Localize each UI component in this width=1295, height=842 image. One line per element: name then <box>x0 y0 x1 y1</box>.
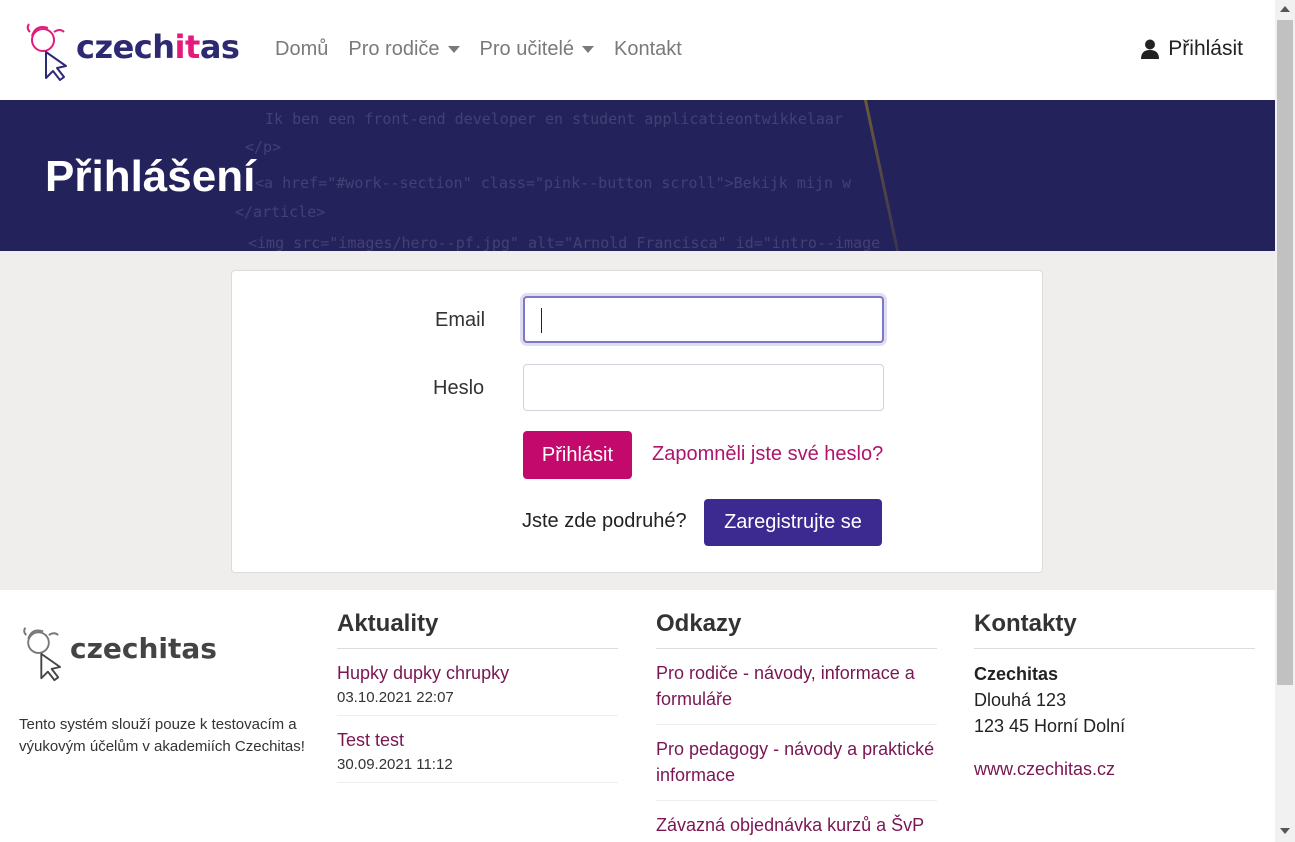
news-item: Hupky dupky chrupky 03.10.2021 22:07 <box>337 649 618 716</box>
nav-item-parents[interactable]: Pro rodiče <box>348 38 460 61</box>
page-title: Přihlášení <box>45 152 256 201</box>
hero-decoration <box>863 100 900 251</box>
second-visit-text: Jste zde podruhé? <box>522 510 687 532</box>
footer-link-teachers[interactable]: Pro pedagogy - návody a praktické inform… <box>656 725 937 801</box>
footer-contacts-column: Kontakty Czechitas Dlouhá 123 123 45 Hor… <box>974 610 1255 780</box>
news-date: 30.09.2021 11:12 <box>337 756 453 773</box>
czechitas-logo[interactable]: czechitas <box>26 18 241 82</box>
contacts-heading: Kontakty <box>974 610 1255 649</box>
caret-down-icon <box>582 46 595 53</box>
password-input[interactable] <box>523 364 884 411</box>
news-date: 03.10.2021 22:07 <box>337 689 454 706</box>
contact-name: Czechitas <box>974 664 1059 684</box>
user-icon <box>1141 39 1160 59</box>
nav-login-link[interactable]: Přihlásit <box>1141 37 1243 61</box>
code-background-line: </article> <box>235 203 326 221</box>
footer-link-order[interactable]: Závazná objednávka kurzů a ŠvP <box>656 801 937 842</box>
news-heading: Aktuality <box>337 610 618 649</box>
page-scrollbar[interactable] <box>1275 0 1295 842</box>
scroll-down-arrow-icon[interactable] <box>1280 828 1290 834</box>
main-nav: Domů Pro rodiče Pro učitelé Kontakt <box>275 38 702 61</box>
news-title-link[interactable]: Hupky dupky chrupky <box>337 661 618 685</box>
hero-overlay <box>900 100 1275 251</box>
forgot-password-link[interactable]: Zapomněli jste své heslo? <box>652 443 883 466</box>
page-header-banner: Ik ben een front-end developer en studen… <box>0 100 1275 251</box>
logo-girl-cursor-icon <box>26 23 67 81</box>
password-label: Heslo <box>433 377 485 399</box>
contact-street: Dlouhá 123 <box>974 690 1067 710</box>
contact-city: 123 45 Horní Dolní <box>974 716 1126 736</box>
footer-logo-text: czechitas <box>70 632 217 665</box>
footer-news-column: Aktuality Hupky dupky chrupky 03.10.2021… <box>337 610 618 783</box>
caret-down-icon <box>447 46 460 53</box>
footer-description: Tento systém slouží pouze k testovacím a… <box>19 716 305 755</box>
links-heading: Odkazy <box>656 610 937 649</box>
code-background-line: Ik ben een front-end developer en studen… <box>265 110 843 128</box>
footer-links-column: Odkazy Pro rodiče - návody, informace a … <box>656 610 937 842</box>
scroll-up-arrow-icon[interactable] <box>1280 6 1290 12</box>
top-navbar: czechitas Domů Pro rodiče Pro učitelé Ko… <box>0 0 1275 100</box>
login-card: Email Heslo Přihlásit Zapomněli jste své… <box>231 270 1043 573</box>
nav-item-home[interactable]: Domů <box>275 38 328 61</box>
login-submit-button[interactable]: Přihlásit <box>523 431 632 479</box>
text-cursor <box>541 308 542 333</box>
news-title-link[interactable]: Test test <box>337 728 618 752</box>
site-footer: czechitas Tento systém slouží pouze k te… <box>0 590 1275 842</box>
email-label: Email <box>435 309 486 331</box>
register-button[interactable]: Zaregistrujte se <box>704 499 882 546</box>
news-item: Test test 30.09.2021 11:12 <box>337 716 618 783</box>
nav-login-label: Přihlásit <box>1168 37 1243 60</box>
code-background-line: <a href="#work--section" class="pink--bu… <box>255 174 852 192</box>
footer-logo[interactable]: czechitas <box>22 622 232 682</box>
footer-link-parents[interactable]: Pro rodiče - návody, informace a formulá… <box>656 649 937 725</box>
code-background-line: <img src="images/hero--pf.jpg" alt="Arno… <box>248 234 881 251</box>
logo-girl-cursor-icon <box>23 627 61 682</box>
email-input[interactable] <box>523 296 884 343</box>
nav-item-contact[interactable]: Kontakt <box>614 38 682 61</box>
logo-text: czechitas <box>76 28 240 66</box>
scrollbar-thumb[interactable] <box>1277 20 1293 685</box>
contact-website-link[interactable]: www.czechitas.cz <box>974 759 1255 780</box>
nav-item-teachers[interactable]: Pro učitelé <box>480 38 595 61</box>
